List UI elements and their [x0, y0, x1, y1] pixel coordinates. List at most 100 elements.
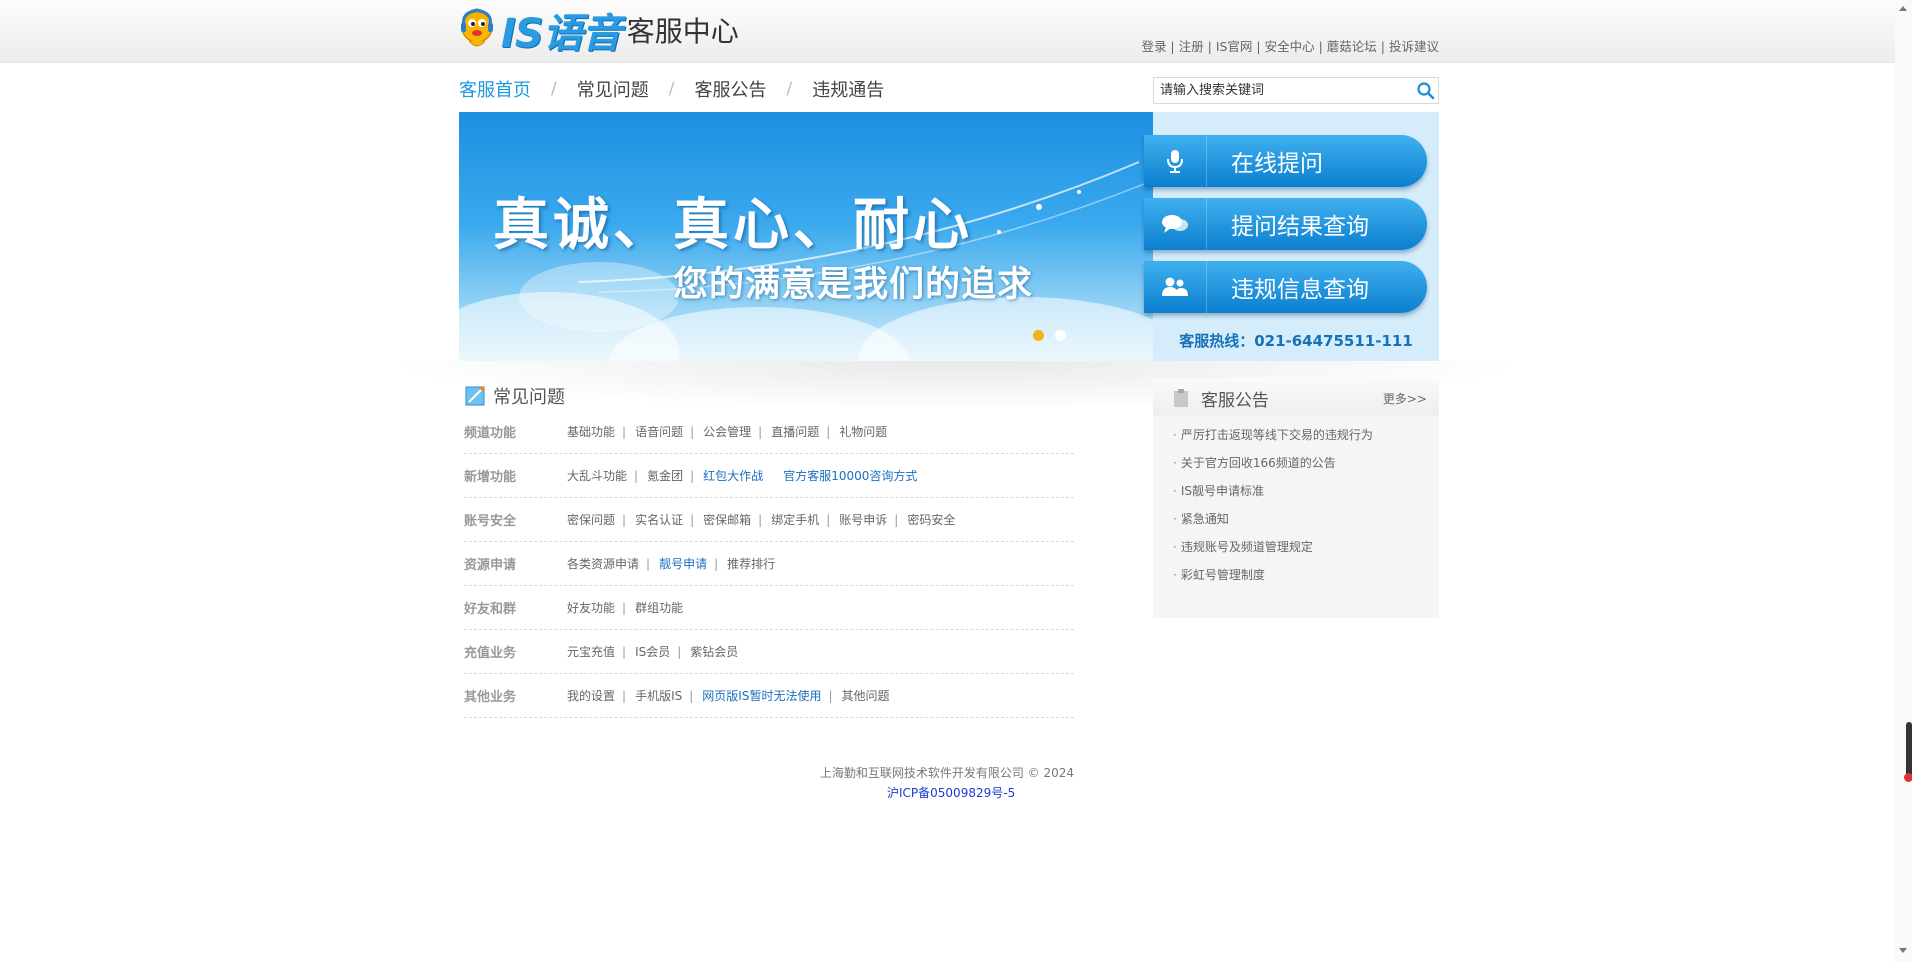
faq-link[interactable]: 红包大作战: [703, 469, 763, 483]
faq-link[interactable]: 推荐排行: [727, 557, 775, 571]
notice-item[interactable]: · 关于官方回收166频道的公告: [1173, 454, 1336, 471]
banner-headline: 真诚、真心、耐心: [493, 193, 973, 258]
faq-link[interactable]: 账号申诉: [839, 513, 887, 527]
chat-bubbles-icon: [1162, 215, 1188, 233]
edit-note-icon: [465, 386, 485, 406]
nav-item-home[interactable]: 客服首页: [459, 76, 531, 102]
faq-link[interactable]: 密保问题: [567, 513, 615, 527]
faq-section-title: 常见问题: [465, 383, 565, 409]
quick-actions-panel: 在线提问 提问结果查询 违规信息查询 客服热线：021-64475511-111: [1144, 112, 1439, 361]
nav-separator: /: [668, 79, 675, 99]
faq-link[interactable]: 密码安全: [907, 513, 955, 527]
faq-link[interactable]: 密保邮箱: [703, 513, 751, 527]
faq-category: 充值业务: [464, 646, 517, 661]
faq-link[interactable]: 基础功能: [567, 425, 615, 439]
faq-link[interactable]: 其他问题: [842, 689, 890, 703]
violation-query-button[interactable]: 违规信息查询: [1144, 261, 1427, 313]
notice-item[interactable]: · 紧急通知: [1173, 510, 1229, 527]
faq-row: 充值业务 元宝充值 | IS会员 | 紫钻会员: [464, 630, 1074, 674]
top-links: 登录 | 注册 | IS官网 | 安全中心 | 蘑菇论坛 | 投诉建议: [1141, 39, 1439, 54]
login-link[interactable]: 登录: [1141, 39, 1166, 54]
notice-item[interactable]: · 彩虹号管理制度: [1173, 566, 1265, 583]
thermometer-widget-icon[interactable]: [1904, 722, 1912, 782]
banner-slider[interactable]: 真诚、真心、耐心 您的满意是我们的追求: [459, 112, 1153, 361]
logo-text: IS语音: [501, 11, 622, 57]
slide-dot-1[interactable]: [1033, 330, 1044, 341]
faq-link[interactable]: 直播问题: [771, 425, 819, 439]
nav-item-notices[interactable]: 客服公告: [694, 76, 766, 102]
notice-item[interactable]: · 严厉打击返现等线下交易的违规行为: [1173, 426, 1373, 443]
page-scrollbar[interactable]: [1895, 0, 1912, 962]
online-question-button[interactable]: 在线提问: [1144, 135, 1427, 187]
nav-separator: /: [786, 79, 793, 99]
slide-dot-2[interactable]: [1055, 330, 1066, 341]
search-button[interactable]: [1416, 81, 1436, 101]
logo-subtitle: 客服中心: [626, 15, 739, 48]
faq-row: 频道功能 基础功能 | 语音问题 | 公会管理 | 直播问题 | 礼物问题: [464, 410, 1074, 454]
faq-link[interactable]: 紫钻会员: [690, 645, 738, 659]
faq-link[interactable]: 礼物问题: [839, 425, 887, 439]
faq-category: 好友和群: [464, 602, 517, 617]
nav-item-violations[interactable]: 违规通告: [812, 76, 884, 102]
faq-link[interactable]: 元宝充值: [567, 645, 615, 659]
notice-panel: 客服公告 更多>> · 严厉打击返现等线下交易的违规行为 · 关于官方回收166频道…: [1153, 378, 1439, 618]
faq-row: 资源申请 各类资源申请 | 靓号申请 | 推荐排行: [464, 542, 1074, 586]
notice-item[interactable]: · IS靓号申请标准: [1173, 482, 1264, 499]
scroll-down-arrow-icon[interactable]: [1899, 948, 1907, 953]
footer-icp-link[interactable]: 沪ICP备05009829号-5: [887, 784, 1015, 801]
notice-more-link[interactable]: 更多>>: [1383, 390, 1427, 407]
complaint-link[interactable]: 投诉建议: [1389, 39, 1439, 54]
faq-row: 其他业务 我的设置 | 手机版IS | 网页版IS暂时无法使用 | 其他问题: [464, 674, 1074, 718]
faq-link[interactable]: 氪金团: [647, 469, 683, 483]
nav-item-faq[interactable]: 常见问题: [577, 76, 649, 102]
faq-row: 新增功能 大乱斗功能|氪金团|红包大作战|官方客服10000咨询方式: [464, 454, 1074, 498]
search-icon: [1417, 82, 1435, 100]
search-input[interactable]: [1154, 78, 1400, 103]
search-box: [1153, 77, 1439, 104]
faq-link[interactable]: 我的设置: [567, 689, 615, 703]
faq-row: 好友和群 好友功能 | 群组功能: [464, 586, 1074, 630]
question-result-label: 提问结果查询: [1231, 214, 1369, 240]
site-logo[interactable]: IS语音 客服中心: [459, 4, 739, 57]
service-hotline: 客服热线：021-64475511-111: [1179, 332, 1413, 350]
faq-link[interactable]: 实名认证: [635, 513, 683, 527]
faq-link[interactable]: 各类资源申请: [567, 557, 639, 571]
faq-link[interactable]: 公会管理: [703, 425, 751, 439]
official-site-link[interactable]: IS官网: [1216, 39, 1253, 54]
top-header-bar: [0, 0, 1895, 63]
users-icon: [1162, 277, 1188, 296]
faq-category: 新增功能: [464, 470, 517, 485]
faq-link[interactable]: 官方客服10000咨询方式: [783, 469, 917, 483]
banner-subline: 您的满意是我们的追求: [673, 265, 1034, 305]
faq-link[interactable]: 手机版IS: [635, 689, 682, 703]
faq-link[interactable]: 网页版IS暂时无法使用: [702, 689, 821, 703]
forum-link[interactable]: 蘑菇论坛: [1327, 39, 1377, 54]
microphone-icon: [1167, 150, 1183, 173]
faq-link[interactable]: 好友功能: [567, 601, 615, 615]
violation-query-label: 违规信息查询: [1231, 277, 1369, 303]
notice-item[interactable]: · 违规账号及频道管理规定: [1173, 538, 1313, 555]
notice-header: 客服公告 更多>>: [1153, 378, 1439, 416]
nav-separator: /: [551, 79, 557, 99]
faq-link[interactable]: 大乱斗功能: [567, 469, 627, 483]
faq-category: 资源申请: [464, 558, 517, 573]
faq-category: 账号安全: [464, 514, 517, 529]
faq-link[interactable]: 绑定手机: [771, 513, 819, 527]
question-result-button[interactable]: 提问结果查询: [1144, 198, 1427, 250]
faq-row: 账号安全 密保问题 | 实名认证 | 密保邮箱 | 绑定手机 | 账号申诉 | 密码安全: [464, 498, 1074, 542]
faq-link[interactable]: 语音问题: [635, 425, 683, 439]
security-center-link[interactable]: 安全中心: [1265, 39, 1315, 54]
mascot-icon: [459, 5, 499, 55]
faq-link[interactable]: 靓号申请: [659, 557, 707, 571]
faq-link[interactable]: IS会员: [635, 645, 670, 659]
scroll-up-arrow-icon[interactable]: [1899, 6, 1907, 11]
faq-category: 其他业务: [464, 690, 517, 705]
main-nav: 客服首页 / 常见问题 / 客服公告 / 违规通告: [459, 76, 884, 102]
footer-copyright: 上海勤和互联网技术软件开发有限公司 © 2024: [819, 766, 1074, 780]
faq-link[interactable]: 群组功能: [635, 601, 683, 615]
notice-title: 客服公告: [1201, 391, 1269, 411]
register-link[interactable]: 注册: [1179, 39, 1204, 54]
faq-title-text: 常见问题: [493, 387, 565, 408]
online-question-label: 在线提问: [1231, 151, 1323, 177]
faq-category: 频道功能: [464, 426, 517, 441]
